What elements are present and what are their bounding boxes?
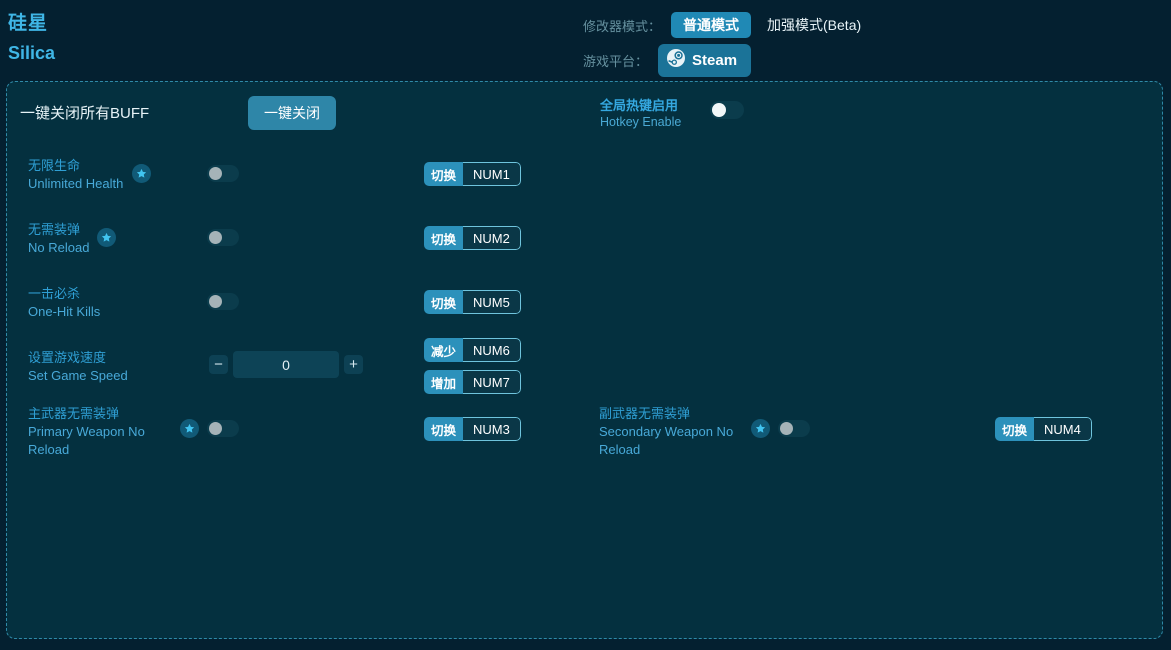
hotkey-action-label: 切换 xyxy=(424,290,463,314)
cheat-label-one-hit-kills: 一击必杀 One-Hit Kills xyxy=(28,285,100,321)
hotkey-enable-label-cn: 全局热键启用 xyxy=(600,97,681,114)
toggle-knob xyxy=(712,103,726,117)
steam-icon xyxy=(667,49,685,72)
cheat-label-unlimited-health: 无限生命 Unlimited Health xyxy=(28,157,123,193)
cheat-label-en: Set Game Speed xyxy=(28,367,128,385)
hotkey-key-label: NUM5 xyxy=(463,290,521,314)
app-title-en: Silica xyxy=(8,40,55,66)
cheat-label-cn: 主武器无需装弹 xyxy=(28,405,158,423)
cheat-panel xyxy=(6,81,1163,639)
trainer-mode-normal-button[interactable]: 普通模式 xyxy=(671,12,751,38)
app-title-cn: 硅星 xyxy=(8,10,55,38)
game-speed-stepper: − 0 + xyxy=(209,351,363,378)
hotkey-enable-block: 全局热键启用 Hotkey Enable xyxy=(600,97,681,131)
hotkey-key-label: NUM3 xyxy=(463,417,521,441)
hotkey-key-label: NUM7 xyxy=(463,370,521,394)
trainer-mode-enhanced-button[interactable]: 加强模式(Beta) xyxy=(765,12,863,38)
cheat-label-set-game-speed: 设置游戏速度 Set Game Speed xyxy=(28,349,128,385)
hotkey-enable-toggle[interactable] xyxy=(710,101,744,119)
hotkey-game-speed-decrease[interactable]: 减少 NUM6 xyxy=(424,338,521,362)
cheat-label-en: Secondary Weapon No Reload xyxy=(599,423,739,459)
cheat-label-cn: 副武器无需装弹 xyxy=(599,405,739,423)
favorite-star-icon[interactable] xyxy=(180,419,199,438)
toggle-knob xyxy=(209,295,222,308)
cheat-toggle-one-hit-kills[interactable] xyxy=(207,293,239,310)
favorite-star-icon[interactable] xyxy=(132,164,151,183)
game-speed-value[interactable]: 0 xyxy=(233,351,339,378)
cheat-label-no-reload: 无需装弹 No Reload xyxy=(28,221,89,257)
hotkey-action-label: 切换 xyxy=(424,417,463,441)
favorite-star-icon[interactable] xyxy=(97,228,116,247)
hotkey-primary-weapon-no-reload[interactable]: 切换 NUM3 xyxy=(424,417,521,441)
cheat-label-primary-weapon-no-reload: 主武器无需装弹 Primary Weapon No Reload xyxy=(28,405,158,459)
increment-button[interactable]: + xyxy=(344,355,363,374)
hotkey-action-label: 增加 xyxy=(424,370,463,394)
hotkey-no-reload[interactable]: 切换 NUM2 xyxy=(424,226,521,250)
hotkey-unlimited-health[interactable]: 切换 NUM1 xyxy=(424,162,521,186)
hotkey-secondary-weapon-no-reload[interactable]: 切换 NUM4 xyxy=(995,417,1092,441)
hotkey-enable-label-en: Hotkey Enable xyxy=(600,114,681,131)
trainer-mode-row: 修改器模式： 普通模式 加强模式(Beta) xyxy=(583,12,863,38)
close-all-buff-title: 一键关闭所有BUFF xyxy=(20,102,149,123)
cheat-label-en: No Reload xyxy=(28,239,89,257)
hotkey-action-label: 切换 xyxy=(424,162,463,186)
trainer-mode-label: 修改器模式： xyxy=(583,16,661,35)
cheat-label-en: One-Hit Kills xyxy=(28,303,100,321)
hotkey-game-speed-increase[interactable]: 增加 NUM7 xyxy=(424,370,521,394)
close-all-buff-button[interactable]: 一键关闭 xyxy=(248,96,336,130)
hotkey-key-label: NUM1 xyxy=(463,162,521,186)
toggle-knob xyxy=(209,422,222,435)
app-title-block: 硅星 Silica xyxy=(8,10,55,66)
cheat-label-secondary-weapon-no-reload: 副武器无需装弹 Secondary Weapon No Reload xyxy=(599,405,739,459)
hotkey-action-label: 切换 xyxy=(995,417,1034,441)
cheat-toggle-no-reload[interactable] xyxy=(207,229,239,246)
toggle-knob xyxy=(780,422,793,435)
cheat-label-cn: 设置游戏速度 xyxy=(28,349,128,367)
game-platform-row: 游戏平台： Steam xyxy=(583,46,751,74)
hotkey-key-label: NUM4 xyxy=(1034,417,1092,441)
app-header: 硅星 Silica 修改器模式： 普通模式 加强模式(Beta) 游戏平台： S… xyxy=(0,0,1171,80)
platform-steam-label: Steam xyxy=(692,52,737,69)
hotkey-one-hit-kills[interactable]: 切换 NUM5 xyxy=(424,290,521,314)
hotkey-key-label: NUM2 xyxy=(463,226,521,250)
toggle-knob xyxy=(209,231,222,244)
cheat-label-en: Unlimited Health xyxy=(28,175,123,193)
cheat-label-cn: 无限生命 xyxy=(28,157,123,175)
cheat-toggle-unlimited-health[interactable] xyxy=(207,165,239,182)
decrement-button[interactable]: − xyxy=(209,355,228,374)
hotkey-key-label: NUM6 xyxy=(463,338,521,362)
toggle-knob xyxy=(209,167,222,180)
cheat-toggle-primary-weapon-no-reload[interactable] xyxy=(207,420,239,437)
game-platform-label: 游戏平台： xyxy=(583,51,648,70)
cheat-label-cn: 无需装弹 xyxy=(28,221,89,239)
hotkey-action-label: 减少 xyxy=(424,338,463,362)
cheat-toggle-secondary-weapon-no-reload[interactable] xyxy=(778,420,810,437)
platform-steam-button[interactable]: Steam xyxy=(658,44,751,77)
hotkey-action-label: 切换 xyxy=(424,226,463,250)
cheat-label-cn: 一击必杀 xyxy=(28,285,100,303)
cheat-label-en: Primary Weapon No Reload xyxy=(28,423,158,459)
favorite-star-icon[interactable] xyxy=(751,419,770,438)
